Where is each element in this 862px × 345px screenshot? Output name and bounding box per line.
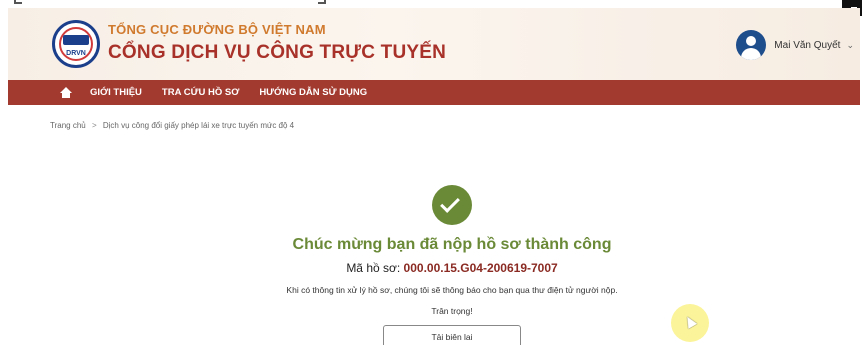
bracket-left: [14, 0, 22, 4]
regards-text: Trân trọng!: [431, 306, 473, 316]
dossier-label: Mã hồ sơ:: [346, 261, 401, 275]
breadcrumb-separator: >: [91, 121, 97, 130]
logo-text: DRVN: [66, 50, 86, 57]
nav-item-lookup[interactable]: TRA CỨU HỒ SƠ: [162, 87, 239, 98]
notice-text: Khi có thông tin xử lý hồ sơ, chúng tôi …: [286, 285, 618, 295]
chevron-down-icon[interactable]: ⌄: [846, 40, 854, 51]
site-header: DRVN TỔNG CỤC ĐƯỜNG BỘ VIỆT NAM CỔNG DỊC…: [8, 8, 860, 80]
bracket-right: [318, 0, 326, 4]
home-icon[interactable]: [60, 86, 72, 99]
breadcrumb-current: Dịch vụ công đổi giấy phép lái xe trực t…: [102, 121, 295, 130]
nav-item-about[interactable]: GIỚI THIỆU: [90, 87, 142, 98]
portal-name[interactable]: CỔNG DỊCH VỤ CÔNG TRỰC TUYẾN: [108, 42, 446, 64]
main-nav: GIỚI THIỆU TRA CỨU HỒ SƠ HƯỚNG DẪN SỬ DỤ…: [8, 80, 860, 105]
drvn-logo[interactable]: DRVN: [52, 20, 100, 68]
user-menu[interactable]: Mai Văn Quyết ⌄: [736, 30, 854, 60]
download-receipt-button[interactable]: Tải biên lai: [383, 325, 521, 345]
dossier-line: Mã hồ sơ: 000.00.15.G04-200619-7007: [0, 261, 862, 275]
dossier-code: 000.00.15.G04-200619-7007: [403, 261, 558, 275]
success-title: Chúc mừng bạn đã nộp hồ sơ thành công: [292, 236, 612, 253]
check-circle-icon: [432, 185, 472, 225]
breadcrumb-home[interactable]: Trang chủ: [50, 121, 86, 130]
breadcrumb: Trang chủ > Dịch vụ công đổi giấy phép l…: [50, 121, 294, 130]
nav-item-guide[interactable]: HƯỚNG DẪN SỬ DỤNG: [259, 87, 367, 98]
avatar-icon[interactable]: [736, 30, 767, 60]
org-name: TỔNG CỤC ĐƯỜNG BỘ VIỆT NAM: [108, 22, 326, 37]
top-edge-artifact: [0, 0, 862, 8]
user-name[interactable]: Mai Văn Quyết: [774, 40, 840, 51]
